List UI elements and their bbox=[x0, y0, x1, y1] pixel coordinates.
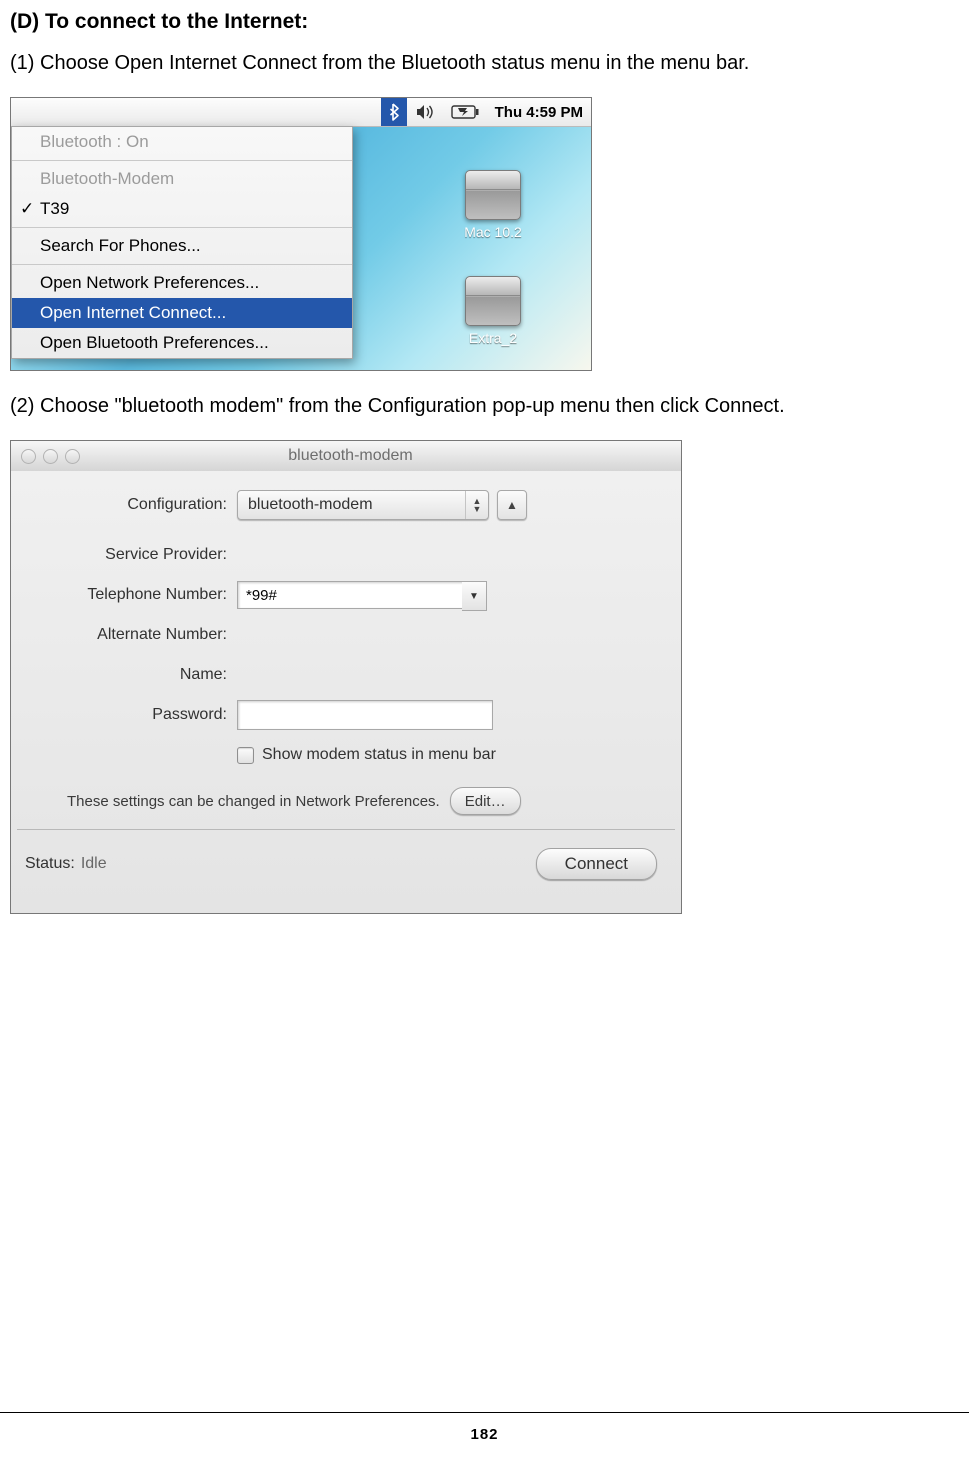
show-status-checkbox[interactable] bbox=[237, 747, 254, 764]
battery-menu-extra[interactable] bbox=[443, 98, 487, 126]
desktop-drive-1[interactable]: Mac 10.2 bbox=[461, 170, 525, 240]
menu-item-device-t39[interactable]: T39 bbox=[12, 194, 352, 224]
desktop-drive-2[interactable]: Extra_2 bbox=[461, 276, 525, 346]
drive-label: Extra_2 bbox=[461, 330, 525, 346]
menu-item-search-phones[interactable]: Search For Phones... bbox=[12, 231, 352, 261]
bluetooth-dropdown-menu: Bluetooth : On Bluetooth-Modem T39 Searc… bbox=[11, 126, 353, 359]
menubar-clock[interactable]: Thu 4:59 PM bbox=[487, 98, 591, 126]
window-titlebar: bluetooth-modem bbox=[11, 441, 681, 472]
connect-button[interactable]: Connect bbox=[536, 848, 657, 880]
section-heading: (D) To connect to the Internet: bbox=[10, 10, 959, 34]
menubar: Thu 4:59 PM bbox=[11, 98, 591, 127]
drive-label: Mac 10.2 bbox=[461, 224, 525, 240]
volume-menu-extra[interactable] bbox=[407, 98, 443, 126]
telephone-number-field[interactable]: ▼ bbox=[237, 581, 487, 609]
label-name: Name: bbox=[11, 666, 237, 684]
figure-bluetooth-menu: Thu 4:59 PM Bluetooth : On Bluetooth-Mod… bbox=[10, 97, 592, 371]
label-password: Password: bbox=[11, 706, 237, 724]
label-service-provider: Service Provider: bbox=[11, 546, 237, 564]
menu-separator bbox=[12, 227, 352, 228]
menu-section-bluetooth-modem: Bluetooth-Modem bbox=[12, 164, 352, 194]
telephone-number-input[interactable] bbox=[237, 581, 487, 609]
page-number: 182 bbox=[0, 1426, 969, 1443]
page-footer-rule bbox=[0, 1412, 969, 1413]
triangle-up-icon: ▲ bbox=[506, 498, 518, 512]
minimize-button[interactable] bbox=[43, 449, 58, 464]
menu-item-open-bluetooth-prefs[interactable]: Open Bluetooth Preferences... bbox=[12, 328, 352, 358]
label-status: Status: bbox=[25, 855, 75, 873]
window-title: bluetooth-modem bbox=[80, 447, 621, 465]
zoom-button[interactable] bbox=[65, 449, 80, 464]
network-prefs-note: These settings can be changed in Network… bbox=[67, 793, 440, 810]
password-input[interactable] bbox=[237, 700, 493, 730]
edit-button[interactable]: Edit… bbox=[450, 787, 521, 815]
label-show-status: Show modem status in menu bar bbox=[262, 746, 496, 764]
bluetooth-icon bbox=[387, 103, 401, 121]
harddisk-icon bbox=[465, 276, 521, 326]
window-body: Configuration: bluetooth-modem ▲▼ ▲ Serv… bbox=[11, 471, 681, 913]
label-configuration: Configuration: bbox=[11, 496, 237, 514]
step-2-text: (2) Choose "bluetooth modem" from the Co… bbox=[10, 395, 959, 418]
menu-separator bbox=[12, 264, 352, 265]
close-button[interactable] bbox=[21, 449, 36, 464]
dropdown-arrow-icon[interactable]: ▼ bbox=[462, 581, 487, 611]
volume-icon bbox=[415, 104, 435, 120]
step-1-text: (1) Choose Open Internet Connect from th… bbox=[10, 52, 959, 75]
label-telephone-number: Telephone Number: bbox=[11, 586, 237, 604]
bluetooth-menu-extra[interactable] bbox=[381, 98, 407, 126]
harddisk-icon bbox=[465, 170, 521, 220]
disclosure-toggle-button[interactable]: ▲ bbox=[497, 490, 527, 520]
label-alternate-number: Alternate Number: bbox=[11, 626, 237, 644]
configuration-popup-value: bluetooth-modem bbox=[238, 496, 465, 514]
menu-item-open-internet-connect[interactable]: Open Internet Connect... bbox=[12, 298, 352, 328]
updown-arrows-icon: ▲▼ bbox=[465, 491, 488, 519]
figure-internet-connect-window: bluetooth-modem Configuration: bluetooth… bbox=[10, 440, 682, 914]
traffic-lights bbox=[11, 449, 80, 464]
battery-icon bbox=[451, 105, 479, 119]
menu-item-open-network-prefs[interactable]: Open Network Preferences... bbox=[12, 268, 352, 298]
menu-separator bbox=[12, 160, 352, 161]
menu-header-bluetooth-on: Bluetooth : On bbox=[12, 127, 352, 157]
configuration-popup[interactable]: bluetooth-modem ▲▼ bbox=[237, 490, 489, 520]
status-value: Idle bbox=[81, 855, 107, 873]
